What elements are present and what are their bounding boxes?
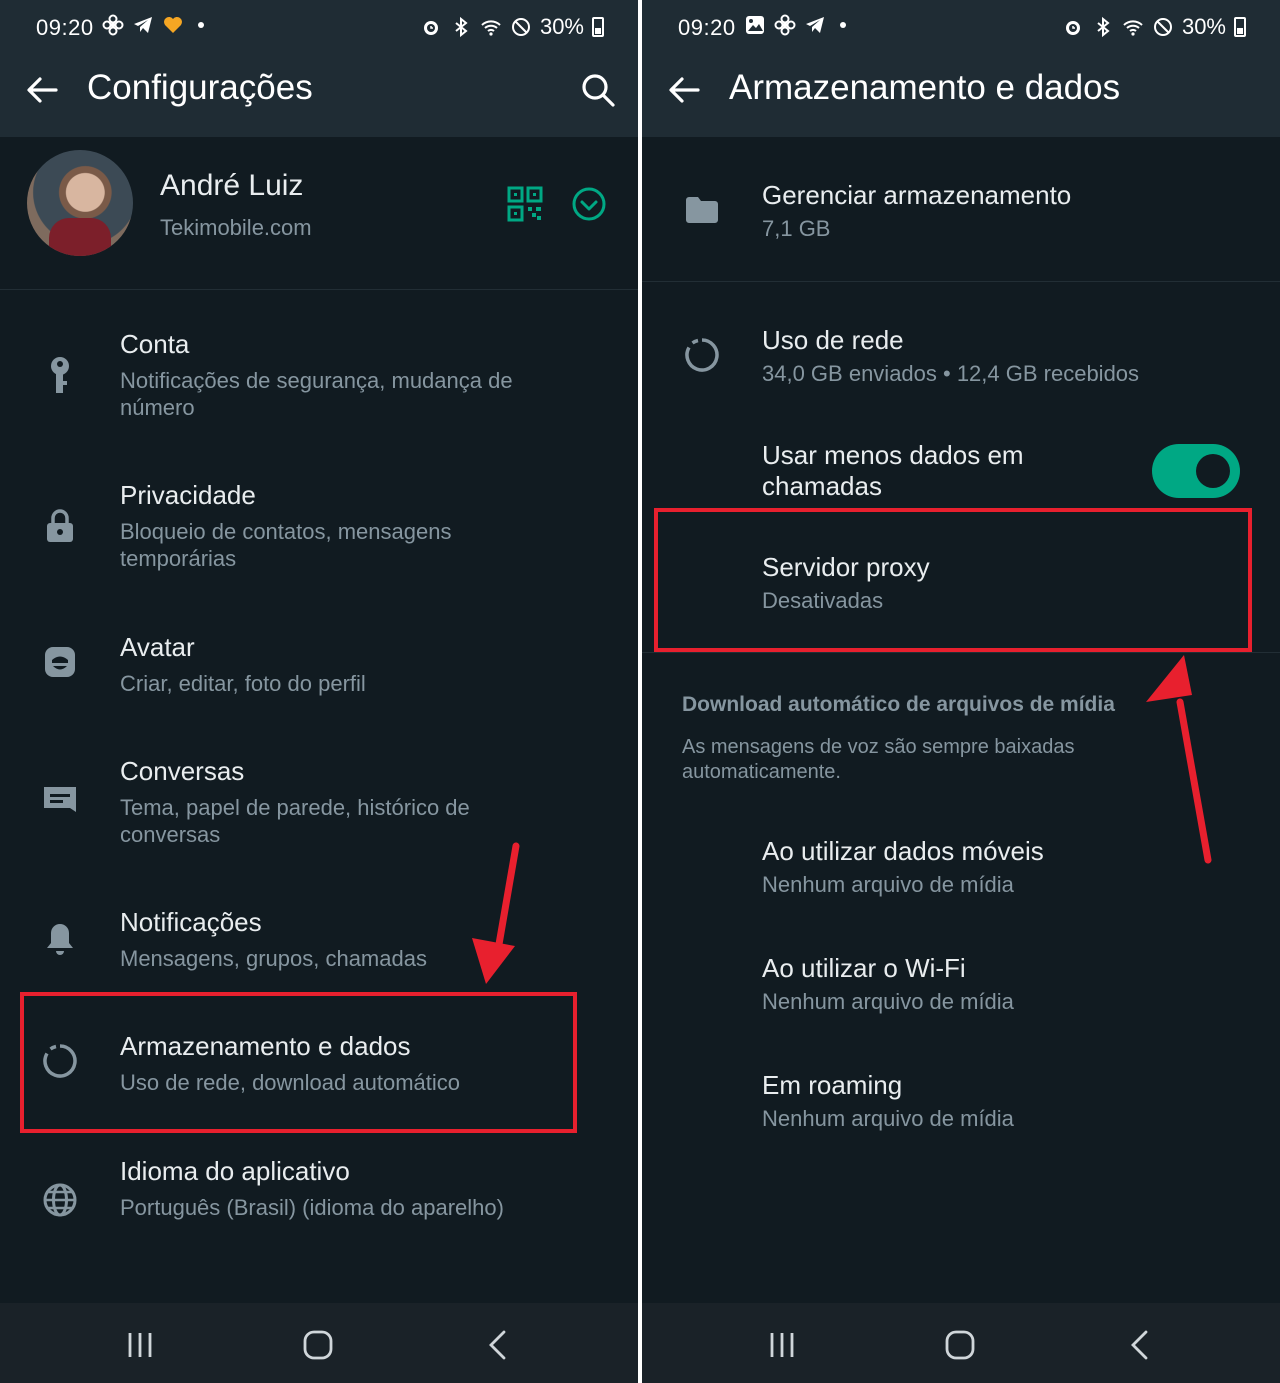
telegram-icon	[134, 17, 152, 33]
key-icon	[38, 355, 82, 399]
system-icons: 30%	[420, 14, 604, 40]
back-nav-icon[interactable]	[478, 1325, 518, 1365]
settings-item-subtitle: Bloqueio de contatos, mensagens temporár…	[120, 519, 452, 571]
app-bar: 09:20 30% Armazenamento e dados	[642, 0, 1280, 137]
annotation-arrow-up	[1146, 655, 1212, 864]
alarm-icon	[423, 21, 438, 35]
settings-item-title: Conta	[120, 329, 190, 359]
battery-icon	[1234, 17, 1246, 37]
home-icon[interactable]	[940, 1325, 980, 1365]
highlight-box-storage	[20, 992, 577, 1133]
settings-item-avatar[interactable]: Avatar Criar, editar, foto do perfil	[0, 628, 638, 718]
page-title: Configurações	[87, 68, 313, 107]
less-data-toggle[interactable]	[1152, 444, 1240, 498]
chat-icon	[38, 778, 82, 822]
manage-storage-title: Gerenciar armazenamento	[762, 180, 1072, 210]
auto-download-option-value: Nenhum arquivo de mídia	[762, 989, 1014, 1014]
more-notifications-dot	[198, 22, 204, 28]
auto-download-roaming-item[interactable]: Em roaming Nenhum arquivo de mídia	[642, 1066, 1280, 1146]
globe-icon	[38, 1178, 82, 1222]
settings-item-title: Privacidade	[120, 480, 256, 510]
profile-name: André Luiz	[160, 169, 304, 202]
do-not-disturb-icon	[511, 18, 530, 36]
battery-percent: 30%	[539, 14, 584, 39]
gallery-icon	[746, 16, 764, 34]
auto-download-option-title: Ao utilizar o Wi-Fi	[762, 953, 966, 983]
notification-icons	[744, 14, 846, 36]
bluetooth-icon	[455, 16, 468, 38]
settings-item-privacy[interactable]: Privacidade Bloqueio de contatos, mensag…	[0, 476, 638, 586]
manage-storage-size: 7,1 GB	[762, 216, 831, 241]
fan-icon	[774, 14, 796, 36]
auto-download-note: As mensagens de voz são sempre baixadas …	[682, 736, 1075, 783]
battery-icon	[592, 17, 604, 37]
back-nav-icon[interactable]	[1120, 1325, 1160, 1365]
settings-item-subtitle: Notificações de segurança, mudança de nú…	[120, 368, 513, 420]
status-bar: 09:20 30%	[642, 0, 1280, 56]
network-usage-item[interactable]: Uso de rede 34,0 GB enviados • 12,4 GB r…	[642, 321, 1280, 411]
settings-item-title: Conversas	[120, 756, 245, 786]
manage-storage-item[interactable]: Gerenciar armazenamento 7,1 GB	[642, 176, 1280, 266]
highlight-box-proxy	[654, 508, 1252, 652]
bluetooth-icon	[1097, 16, 1110, 38]
less-data-title-line1: Usar menos dados em	[762, 440, 1024, 470]
network-circle-icon	[680, 333, 724, 377]
auto-download-option-value: Nenhum arquivo de mídia	[762, 872, 1014, 897]
search-icon[interactable]	[578, 70, 618, 110]
settings-screen: 09:20 30% Configurações André Luiz Tekim…	[0, 0, 638, 1383]
telegram-icon	[806, 17, 824, 33]
settings-item-title: Avatar	[120, 632, 195, 662]
status-bar: 09:20 30%	[0, 0, 638, 56]
bell-icon	[38, 917, 82, 961]
system-icons: 30%	[1062, 14, 1246, 40]
avatar-icon	[38, 640, 82, 684]
more-notifications-dot	[840, 22, 846, 28]
notification-icons	[102, 14, 204, 36]
settings-item-chats[interactable]: Conversas Tema, papel de parede, históri…	[0, 752, 638, 862]
status-time: 09:20	[678, 15, 736, 40]
qr-code-icon[interactable]	[506, 185, 544, 223]
status-time: 09:20	[36, 15, 94, 40]
page-title: Armazenamento e dados	[729, 68, 1121, 107]
do-not-disturb-icon	[1153, 18, 1172, 36]
settings-item-subtitle: Português (Brasil) (idioma do aparelho)	[120, 1195, 504, 1220]
recent-apps-icon[interactable]	[762, 1325, 802, 1365]
folder-icon	[680, 188, 724, 232]
auto-download-option-title: Em roaming	[762, 1070, 903, 1100]
fan-icon	[102, 14, 124, 36]
alarm-icon	[1065, 21, 1080, 35]
settings-item-subtitle: Criar, editar, foto do perfil	[120, 671, 366, 696]
app-bar: 09:20 30% Configurações	[0, 0, 638, 137]
profile-row[interactable]: André Luiz Tekimobile.com	[0, 137, 638, 290]
storage-data-screen: 09:20 30% Armazenamento e dados Gerencia…	[642, 0, 1280, 1383]
avatar[interactable]	[27, 150, 133, 256]
auto-download-option-value: Nenhum arquivo de mídia	[762, 1106, 1014, 1131]
recent-apps-icon[interactable]	[120, 1325, 160, 1365]
annotation-arrow-down	[472, 842, 520, 984]
wifi-icon	[1123, 20, 1143, 36]
network-usage-summary: 34,0 GB enviados • 12,4 GB recebidos	[762, 361, 1140, 386]
auto-download-wifi-item[interactable]: Ao utilizar o Wi-Fi Nenhum arquivo de mí…	[642, 949, 1280, 1029]
auto-download-option-title: Ao utilizar dados móveis	[762, 836, 1044, 866]
app-heart-icon	[164, 17, 182, 33]
auto-download-header: Download automático de arquivos de mídia	[682, 693, 1115, 716]
less-data-title-line2: chamadas	[762, 471, 882, 501]
battery-percent: 30%	[1181, 14, 1226, 39]
settings-item-title: Notificações	[120, 907, 262, 937]
settings-item-notifications[interactable]: Notificações Mensagens, grupos, chamadas	[0, 903, 638, 993]
back-arrow-icon[interactable]	[664, 70, 704, 110]
system-nav-bar	[0, 1303, 638, 1383]
home-icon[interactable]	[298, 1325, 338, 1365]
back-arrow-icon[interactable]	[22, 70, 62, 110]
settings-item-language[interactable]: Idioma do aplicativo Português (Brasil) …	[0, 1152, 638, 1262]
wifi-icon	[481, 20, 501, 36]
lock-icon	[38, 504, 82, 548]
settings-item-account[interactable]: Conta Notificações de segurança, mudança…	[0, 325, 638, 435]
system-nav-bar	[642, 1303, 1280, 1383]
divider	[642, 281, 1280, 282]
network-usage-title: Uso de rede	[762, 325, 904, 355]
chevron-circle-icon[interactable]	[570, 185, 608, 223]
profile-status: Tekimobile.com	[160, 215, 312, 240]
settings-item-title: Idioma do aplicativo	[120, 1156, 350, 1186]
